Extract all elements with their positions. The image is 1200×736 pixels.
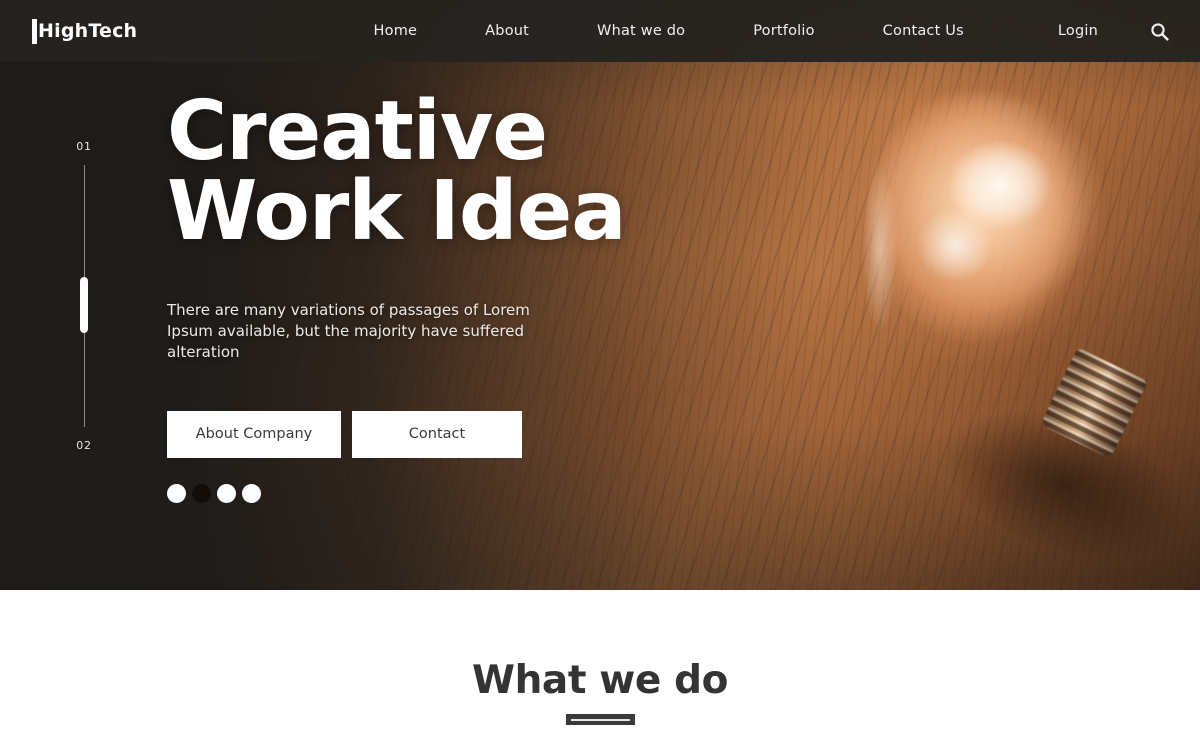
main-navigation: Home About What we do Portfolio Contact …: [340, 23, 998, 39]
carousel-dot-3[interactable]: [217, 483, 236, 503]
slide-number-bottom: 02: [76, 439, 92, 452]
about-company-button[interactable]: About Company: [167, 410, 341, 458]
carousel-dot-4[interactable]: [242, 483, 261, 503]
carousel-dot-2[interactable]: [192, 483, 211, 503]
nav-item-home[interactable]: Home: [340, 23, 452, 39]
nav-item-portfolio[interactable]: Portfolio: [719, 23, 848, 39]
vertical-bar-icon: [32, 18, 37, 44]
login-link[interactable]: Login: [1058, 23, 1098, 39]
hero-section: HighTech Home About What we do Portfolio…: [0, 0, 1200, 590]
contact-button[interactable]: Contact: [352, 410, 522, 458]
site-logo[interactable]: HighTech: [32, 18, 138, 44]
hero-content: Creative Work Idea There are many variat…: [167, 84, 787, 503]
section-title-underline: [565, 714, 635, 725]
hero-title-line-1: Creative: [167, 84, 548, 179]
carousel-dot-1[interactable]: [167, 483, 186, 503]
search-icon[interactable]: [1148, 20, 1170, 42]
carousel-dots: [167, 483, 787, 503]
slide-progress-slider[interactable]: 01 02: [62, 140, 106, 452]
nav-item-what-we-do[interactable]: What we do: [563, 23, 719, 39]
hero-description: There are many variations of passages of…: [167, 300, 530, 362]
hero-title-line-2: Work Idea: [167, 164, 627, 260]
site-header: HighTech Home About What we do Portfolio…: [0, 0, 1200, 62]
slider-track[interactable]: [80, 165, 88, 427]
slide-number-top: 01: [76, 140, 92, 153]
section-title: What we do: [471, 658, 729, 703]
hero-button-group: About Company Contact: [167, 410, 787, 458]
slider-thumb[interactable]: [80, 277, 88, 333]
what-we-do-section: What we do: [0, 590, 1200, 736]
header-actions: Login: [1058, 20, 1170, 42]
site-logo-text: HighTech: [38, 20, 138, 42]
hero-title: Creative Work Idea: [167, 84, 787, 260]
nav-item-about[interactable]: About: [451, 23, 563, 39]
nav-item-contact-us[interactable]: Contact Us: [849, 23, 998, 39]
